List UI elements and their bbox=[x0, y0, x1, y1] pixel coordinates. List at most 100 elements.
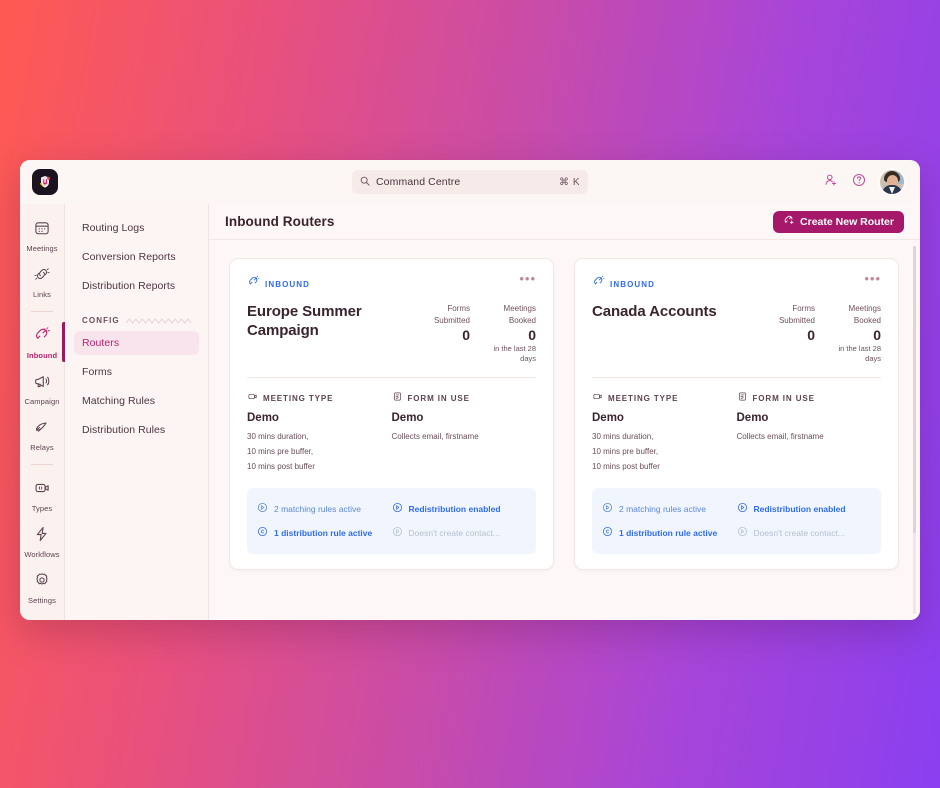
redistribute-circle-icon bbox=[392, 500, 403, 518]
status-chip-label: 1 distribution rule active bbox=[274, 527, 373, 538]
meeting-type-column: MEETING TYPE Demo 30 mins duration, 10 m… bbox=[247, 389, 392, 474]
subnav-item-forms[interactable]: Forms bbox=[74, 360, 199, 384]
status-chip[interactable]: Redistribution enabled bbox=[392, 497, 527, 521]
add-user-icon[interactable] bbox=[824, 173, 838, 192]
router-name: Europe Summer Campaign bbox=[247, 303, 362, 339]
sidebar-item-workflows[interactable]: Workflows bbox=[20, 518, 65, 564]
card-details: MEETING TYPE Demo 30 mins duration, 10 m… bbox=[592, 389, 881, 474]
meeting-type-icon bbox=[247, 389, 258, 407]
stat-value: 0 bbox=[462, 327, 470, 344]
form-meta: Collects email, firstname bbox=[736, 432, 824, 442]
sidebar-item-settings[interactable]: Settings bbox=[20, 564, 65, 610]
magnet-plus-icon bbox=[783, 214, 795, 229]
form-meta: Collects email, firstname bbox=[391, 432, 479, 442]
card-divider bbox=[247, 377, 536, 379]
sidebar-item-label: Inbound bbox=[26, 351, 58, 360]
status-chip-label: Doesn't create contact... bbox=[408, 527, 500, 538]
stat-sublabel: in the last 28 days bbox=[838, 344, 881, 364]
sidebar-item-links[interactable]: Links bbox=[20, 258, 65, 304]
avatar[interactable] bbox=[880, 170, 904, 194]
card-summary: Europe Summer Campaign Forms Submitted 0… bbox=[247, 303, 536, 364]
contact-circle-icon bbox=[737, 524, 748, 542]
sidebar-item-meetings[interactable]: Meetings bbox=[20, 212, 65, 258]
status-chip-label: Redistribution enabled bbox=[753, 503, 846, 514]
vertical-scrollbar[interactable] bbox=[913, 246, 916, 614]
status-chip[interactable]: Doesn't create contact... bbox=[392, 521, 527, 545]
status-chip-label: 2 matching rules active bbox=[274, 503, 361, 514]
command-centre-search[interactable]: Command Centre ⌘ K bbox=[352, 170, 588, 194]
subnav-item-conversion-reports[interactable]: Conversion Reports bbox=[74, 245, 199, 269]
status-chip[interactable]: 1 distribution rule active bbox=[257, 521, 392, 545]
meeting-type-meta: 30 mins duration, 10 mins pre buffer, 10… bbox=[247, 432, 315, 472]
status-chip[interactable]: 2 matching rules active bbox=[602, 497, 737, 521]
meeting-type-value: Demo bbox=[592, 412, 624, 425]
router-card[interactable]: INBOUND ••• Europe Summer Campaign Forms… bbox=[229, 258, 554, 570]
sub-navigation: Routing Logs Conversion Reports Distribu… bbox=[65, 204, 209, 620]
status-chip-label: 2 matching rules active bbox=[619, 503, 706, 514]
subnav-item-distribution-reports[interactable]: Distribution Reports bbox=[74, 274, 199, 298]
card-status-chips: 2 matching rules active Redistribution e… bbox=[247, 487, 536, 554]
status-chip[interactable]: Redistribution enabled bbox=[737, 497, 872, 521]
workflow-bolt-icon bbox=[33, 525, 51, 548]
scrollbar-thumb[interactable] bbox=[913, 246, 916, 534]
router-card[interactable]: INBOUND ••• Canada Accounts Forms Submit… bbox=[574, 258, 899, 570]
page-title: Inbound Routers bbox=[225, 214, 335, 229]
form-value: Demo bbox=[391, 412, 424, 425]
subnav-item-routers[interactable]: Routers bbox=[74, 331, 199, 355]
app-logo[interactable] bbox=[32, 169, 58, 195]
sidebar-item-label: Meetings bbox=[26, 244, 58, 253]
status-chip-label: Doesn't create contact... bbox=[753, 527, 845, 538]
icon-rail: Meetings Links Inbound Campaign Relays T… bbox=[20, 204, 65, 620]
contact-circle-icon bbox=[392, 524, 403, 542]
column-heading: FORM IN USE bbox=[752, 393, 815, 403]
meeting-type-column: MEETING TYPE Demo 30 mins duration, 10 m… bbox=[592, 389, 737, 474]
subnav-item-matching-rules[interactable]: Matching Rules bbox=[74, 389, 199, 413]
inbound-badge: INBOUND bbox=[592, 275, 655, 293]
search-shortcut: ⌘ K bbox=[559, 176, 580, 188]
status-chip-label: 1 distribution rule active bbox=[619, 527, 718, 538]
stat-label: Forms Submitted bbox=[778, 304, 815, 325]
sidebar-item-label: Types bbox=[31, 504, 53, 513]
sidebar-item-relays[interactable]: Relays bbox=[20, 411, 65, 457]
status-chip[interactable]: 2 matching rules active bbox=[257, 497, 392, 521]
form-in-use-column: FORM IN USE Demo Collects email, firstna… bbox=[392, 389, 537, 474]
form-in-use-column: FORM IN USE Demo Collects email, firstna… bbox=[737, 389, 882, 474]
sidebar-item-label: Workflows bbox=[24, 550, 60, 559]
stat-value: 0 bbox=[528, 327, 536, 344]
status-chip[interactable]: 1 distribution rule active bbox=[602, 521, 737, 545]
create-new-router-button[interactable]: Create New Router bbox=[773, 210, 904, 233]
subnav-item-routing-logs[interactable]: Routing Logs bbox=[74, 216, 199, 240]
search-wrapper: Command Centre ⌘ K bbox=[352, 170, 588, 194]
meeting-type-icon bbox=[33, 479, 51, 502]
top-bar: Command Centre ⌘ K bbox=[20, 160, 920, 204]
status-chip[interactable]: Doesn't create contact... bbox=[737, 521, 872, 545]
help-circle-icon[interactable] bbox=[852, 173, 866, 192]
sidebar-item-campaign[interactable]: Campaign bbox=[20, 365, 65, 411]
magnet-icon bbox=[247, 275, 260, 293]
stat-label: Meetings Booked bbox=[848, 304, 881, 325]
more-horizontal-icon[interactable]: ••• bbox=[519, 272, 536, 285]
search-icon bbox=[360, 173, 370, 191]
more-horizontal-icon[interactable]: ••• bbox=[864, 272, 881, 285]
stat-forms-submitted: Forms Submitted 0 bbox=[757, 303, 815, 364]
form-icon bbox=[737, 389, 748, 407]
sidebar-item-inbound[interactable]: Inbound bbox=[20, 319, 65, 365]
sidebar-item-label: Campaign bbox=[24, 397, 60, 406]
card-status-chips: 2 matching rules active Redistribution e… bbox=[592, 487, 881, 554]
app-window: Command Centre ⌘ K Meetings Links Inboun… bbox=[20, 160, 920, 620]
rail-divider bbox=[31, 311, 53, 312]
rule-circle-icon bbox=[602, 500, 613, 518]
card-header: INBOUND ••• bbox=[592, 272, 881, 293]
topbar-actions bbox=[824, 170, 908, 194]
stat-forms-submitted: Forms Submitted 0 bbox=[412, 303, 470, 364]
subnav-group-label: CONFIG bbox=[82, 316, 120, 325]
column-heading: MEETING TYPE bbox=[263, 393, 334, 403]
relay-icon bbox=[33, 418, 51, 441]
stat-meetings-booked: Meetings Booked 0 in the last 28 days bbox=[478, 303, 536, 364]
subnav-item-distribution-rules[interactable]: Distribution Rules bbox=[74, 418, 199, 442]
card-details: MEETING TYPE Demo 30 mins duration, 10 m… bbox=[247, 389, 536, 474]
sidebar-item-label: Settings bbox=[28, 596, 56, 605]
sidebar-item-types[interactable]: Types bbox=[20, 472, 65, 518]
column-heading: MEETING TYPE bbox=[608, 393, 679, 403]
card-divider bbox=[592, 377, 881, 379]
